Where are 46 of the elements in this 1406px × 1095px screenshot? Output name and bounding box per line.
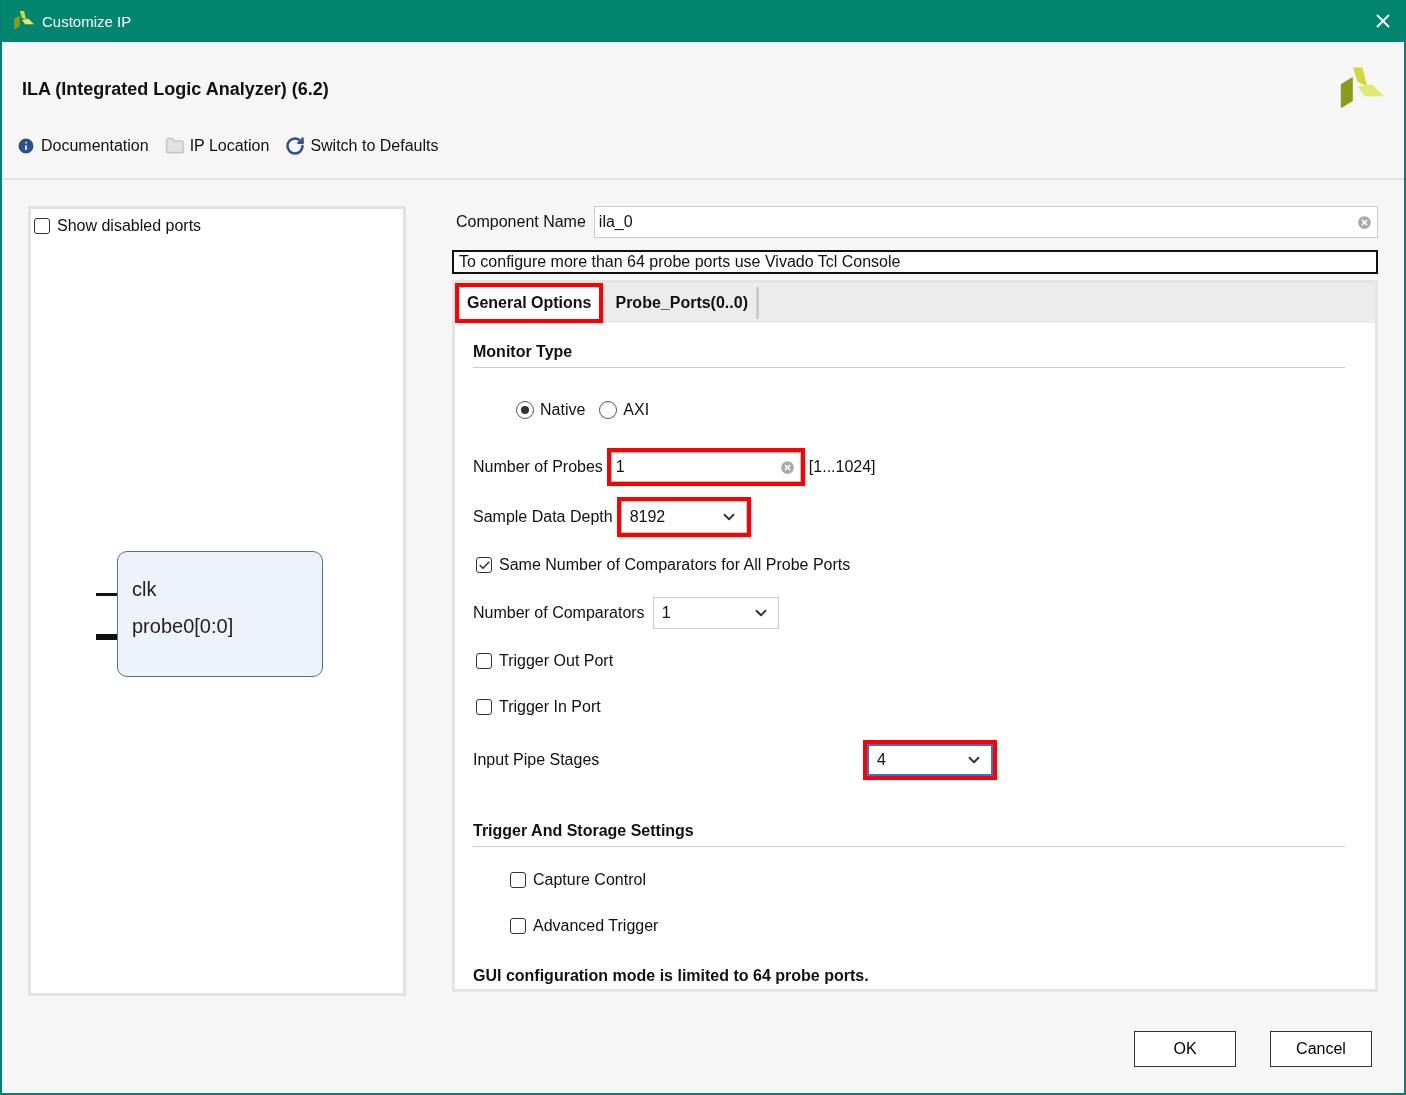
radio-button[interactable] <box>599 401 618 419</box>
info-icon <box>16 136 36 156</box>
text-field[interactable]: 1 <box>610 452 801 482</box>
toolbar-link[interactable]: Switch to Defaults <box>285 136 439 156</box>
checkbox[interactable] <box>476 699 492 715</box>
folder-icon <box>164 136 185 156</box>
field-label: Component Name <box>456 213 586 231</box>
field-label: Sample Data Depth <box>473 508 613 526</box>
checkbox[interactable] <box>476 653 492 669</box>
dialog-button[interactable]: Cancel <box>1270 1031 1372 1067</box>
section-heading: Trigger And Storage Settings <box>473 814 1345 847</box>
toolbar-link[interactable]: Documentation <box>16 136 149 156</box>
dropdown[interactable]: 1 <box>652 597 779 629</box>
checkbox[interactable] <box>34 218 50 234</box>
checkbox[interactable] <box>510 872 526 888</box>
checkbox-label: Show disabled ports <box>57 217 202 235</box>
radio-label: AXI <box>623 401 650 419</box>
dialog-button[interactable]: OK <box>1134 1031 1236 1067</box>
radio-label: Native <box>540 401 586 419</box>
checkbox-label: Capture Control <box>533 871 646 889</box>
range-hint: [1...1024] <box>808 458 876 476</box>
dialog-heading: ILA (Integrated Logic Analyzer) (6.2) <box>22 78 329 100</box>
component-name-field[interactable]: ila_0 <box>593 206 1378 238</box>
section-heading: Monitor Type <box>473 335 1345 368</box>
port-name: clk <box>132 578 158 601</box>
field-label: Input Pipe Stages <box>473 751 601 769</box>
checkbox-label: Advanced Trigger <box>533 917 659 935</box>
refresh-icon <box>285 136 306 156</box>
notice-text: To configure more than 64 probe ports use Vivado Tcl Console <box>452 250 1378 274</box>
logo-icon <box>12 10 34 32</box>
window-title: Customize IP <box>42 12 133 30</box>
checkbox[interactable] <box>510 918 526 934</box>
footnote-text: GUI configuration mode is limited to 64 probe ports. <box>473 967 870 985</box>
dropdown[interactable]: 8192 <box>620 501 747 533</box>
checkbox[interactable] <box>476 557 492 573</box>
field-label: Number of Probes <box>473 458 603 476</box>
tab[interactable]: General Options <box>459 287 600 319</box>
port-name: probe0[0:0] <box>132 615 235 638</box>
checkbox-label: Trigger In Port <box>499 698 601 716</box>
field-label: Number of Comparators <box>473 604 645 622</box>
tab[interactable]: Probe_Ports(0..0) <box>607 287 759 319</box>
checkbox-label: Trigger Out Port <box>499 652 614 670</box>
radio-button[interactable] <box>516 401 534 419</box>
checkbox-label: Same Number of Comparators for All Probe Ports <box>499 556 851 574</box>
dropdown[interactable]: 4 <box>867 744 993 776</box>
toolbar-link[interactable]: IP Location <box>164 136 270 156</box>
